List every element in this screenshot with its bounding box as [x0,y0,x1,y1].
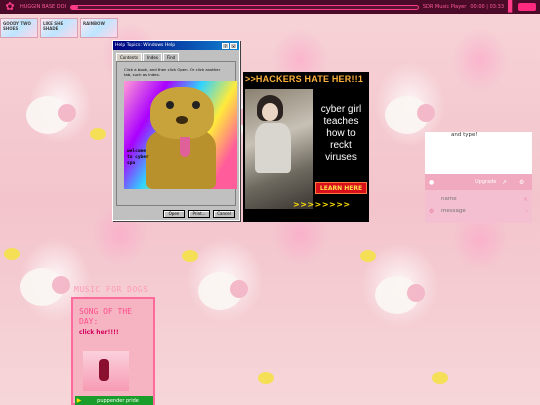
sticker-row: GOODY TWO SHOES LIKE SHE SHADE RAINBOW [0,18,118,38]
song-player: ▶ puppender pride [75,396,153,405]
sticker-label: GOODY TWO SHOES [3,21,31,31]
help-instructions: Click a book, and then click Open. Or cl… [124,67,221,77]
track-time: 00:00 | 03:33 [470,4,504,10]
sticker-label: RAINBOW [83,21,105,26]
chat-form: × ⚙ › [425,190,532,223]
upgrade-link[interactable]: Upgrade [475,179,496,185]
sticker-rainbow[interactable]: RAINBOW [80,18,118,38]
message-field[interactable] [441,208,522,214]
settings-icon[interactable]: ⚙ [429,208,437,215]
player-name: SDR Music Player [422,4,467,10]
player-control-button[interactable] [518,3,536,11]
chat-toolbar: ● Upgrade ↗ ⚙ [425,174,532,190]
ad-photo [245,89,313,209]
song-track-name: puppender pride [97,397,139,404]
window-title-bar[interactable]: Help Topics: Windows Help ? × [113,41,239,50]
pause-icon[interactable]: ▌ [508,1,516,13]
pony-badge-decoration [182,250,198,262]
song-of-the-day-box: SONG OF THE DAY: click her!!!! ▶ puppend… [71,297,155,405]
song-artwork [83,351,129,391]
chat-widget: and type! ● Upgrade ↗ ⚙ × ⚙ › [425,132,532,223]
help-topics-window: Help Topics: Windows Help ? × Contents I… [112,40,240,221]
learn-here-button[interactable]: LEARN HERE [315,182,367,194]
tab-contents[interactable]: Contents [116,53,142,61]
pony-badge-decoration [90,128,106,140]
dog-head [150,87,214,139]
pony-decoration [26,96,76,134]
ad-arrows: >>>>>>>> [293,200,351,209]
pony-decoration [20,268,70,306]
pony-decoration [385,96,435,134]
song-link[interactable]: click her!!!! [79,329,119,336]
open-button[interactable]: Open [163,210,185,218]
track-progress-fill [71,5,78,9]
ad-headline: >>HACKERS HATE HER!!1 [245,74,364,84]
name-field[interactable] [441,196,519,202]
pony-badge-decoration [258,372,274,384]
close-icon[interactable]: × [230,42,237,49]
user-icon[interactable]: ● [429,179,434,186]
gear-icon[interactable]: ⚙ [519,179,524,186]
song-of-the-day-heading: SONG OF THE DAY: [79,307,132,326]
music-player-bar: ✿ HUGGIN BASE DOI SDR Music Player 00:00… [0,0,540,14]
cancel-button[interactable]: Cancel [213,210,235,218]
hackers-ad[interactable]: >>HACKERS HATE HER!!1 cyber girl teaches… [243,72,369,222]
window-tabs: Contents Index Find [116,53,236,61]
external-link-icon[interactable]: ↗ [502,179,507,186]
sticker-label: LIKE SHE SHADE [43,21,64,31]
close-icon[interactable]: × [523,196,528,203]
tab-index[interactable]: Index [143,53,163,61]
chat-message-fragment: and type! [451,132,478,138]
send-icon[interactable]: › [526,208,528,215]
ad-photo-face [262,103,278,121]
pony-badge-decoration [432,372,448,384]
sticker-like-she-shade[interactable]: LIKE SHE SHADE [40,18,78,38]
dog-collage-image: welcome to cyber spa [124,81,237,189]
ad-photo-shirt [255,123,291,173]
track-label: HUGGIN BASE DOI [20,4,67,10]
paw-icon[interactable]: ✿ [4,1,16,13]
sticker-goody-two-shoes[interactable]: GOODY TWO SHOES [0,18,38,38]
dog-eye [166,101,174,109]
help-icon[interactable]: ? [222,42,229,49]
pony-decoration [198,272,248,310]
chat-messages: and type! [425,132,532,174]
dog-eye [192,101,200,109]
dog-tongue [180,137,190,157]
dog-nose [176,116,188,124]
pony-decoration [375,276,425,314]
window-panel: Click a book, and then click Open. Or cl… [116,61,237,206]
pony-badge-decoration [4,248,20,260]
ad-copy: cyber girl teaches how to reckt viruses [320,104,362,163]
tab-find[interactable]: Find [163,53,180,61]
music-for-dogs-heading: MUSIC FOR DOGS [74,285,149,294]
window-buttons: Open Print... Cancel [117,210,235,218]
pony-badge-decoration [360,250,376,262]
image-caption: welcome to cyber spa [127,149,149,166]
play-icon[interactable]: ▶ [75,397,83,404]
window-title: Help Topics: Windows Help [115,43,176,48]
track-progress-bar[interactable] [70,4,419,10]
print-button[interactable]: Print... [188,210,210,218]
